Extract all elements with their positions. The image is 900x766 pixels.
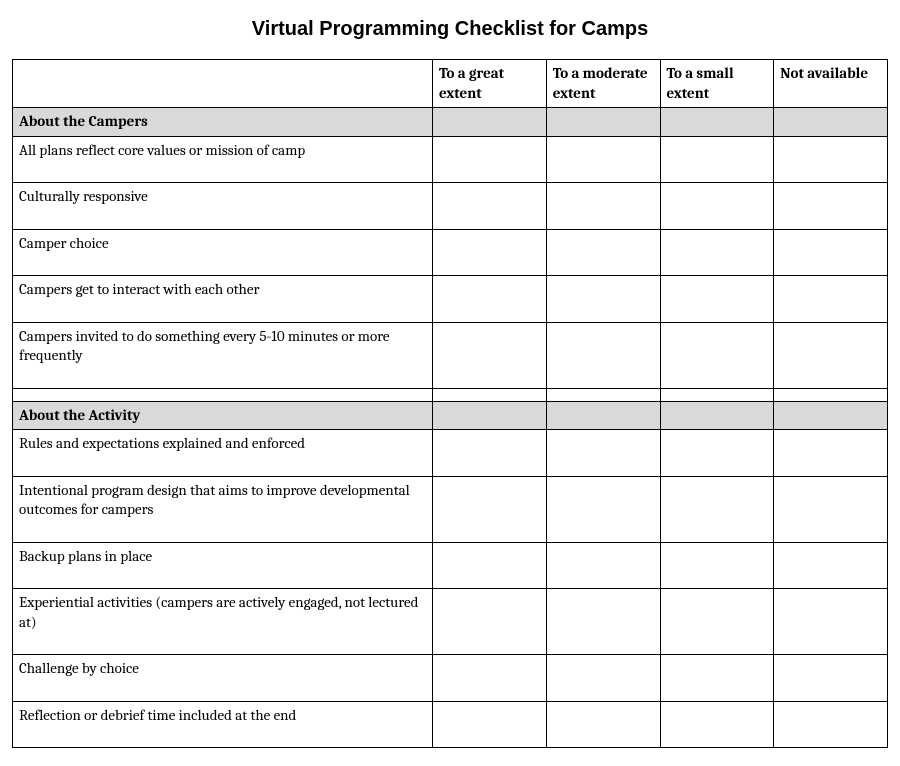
rating-cell[interactable] xyxy=(546,136,660,183)
rating-cell[interactable] xyxy=(660,542,774,589)
header-small-extent: To a small extent xyxy=(660,60,774,108)
rating-cell[interactable] xyxy=(546,701,660,748)
section-activity-header: About the Activity xyxy=(13,401,888,430)
rating-cell[interactable] xyxy=(774,542,888,589)
rating-cell[interactable] xyxy=(774,136,888,183)
item-label: All plans reflect core values or mission… xyxy=(13,136,433,183)
rating-cell[interactable] xyxy=(774,183,888,230)
rating-cell[interactable] xyxy=(433,229,547,276)
rating-cell[interactable] xyxy=(660,701,774,748)
item-label: Campers invited to do something every 5-… xyxy=(13,322,433,388)
rating-cell[interactable] xyxy=(546,589,660,655)
table-row: Culturally responsive xyxy=(13,183,888,230)
header-great-extent: To a great extent xyxy=(433,60,547,108)
rating-cell[interactable] xyxy=(774,701,888,748)
rating-cell[interactable] xyxy=(546,183,660,230)
section-campers-label: About the Campers xyxy=(13,108,433,137)
rating-cell[interactable] xyxy=(433,276,547,323)
page-title: Virtual Programming Checklist for Camps xyxy=(12,18,888,41)
item-label: Backup plans in place xyxy=(13,542,433,589)
item-label: Camper choice xyxy=(13,229,433,276)
item-label: Reflection or debrief time included at t… xyxy=(13,701,433,748)
header-row: To a great extent To a moderate extent T… xyxy=(13,60,888,108)
table-row: Experiential activities (campers are act… xyxy=(13,589,888,655)
rating-cell[interactable] xyxy=(774,476,888,542)
rating-cell[interactable] xyxy=(660,276,774,323)
rating-cell[interactable] xyxy=(433,183,547,230)
rating-cell[interactable] xyxy=(433,542,547,589)
rating-cell[interactable] xyxy=(774,276,888,323)
header-blank xyxy=(13,60,433,108)
spacer-row xyxy=(13,388,888,401)
header-moderate-extent: To a moderate extent xyxy=(546,60,660,108)
rating-cell[interactable] xyxy=(546,430,660,477)
item-label: Intentional program design that aims to … xyxy=(13,476,433,542)
rating-cell[interactable] xyxy=(660,322,774,388)
checklist-table: To a great extent To a moderate extent T… xyxy=(12,59,888,748)
rating-cell[interactable] xyxy=(546,476,660,542)
item-label: Campers get to interact with each other xyxy=(13,276,433,323)
table-row: Campers invited to do something every 5-… xyxy=(13,322,888,388)
rating-cell[interactable] xyxy=(774,589,888,655)
rating-cell[interactable] xyxy=(433,430,547,477)
rating-cell[interactable] xyxy=(660,655,774,702)
rating-cell[interactable] xyxy=(546,276,660,323)
rating-cell[interactable] xyxy=(546,655,660,702)
rating-cell[interactable] xyxy=(546,229,660,276)
rating-cell[interactable] xyxy=(433,589,547,655)
header-not-available: Not available xyxy=(774,60,888,108)
rating-cell[interactable] xyxy=(660,430,774,477)
rating-cell[interactable] xyxy=(774,322,888,388)
table-row: Challenge by choice xyxy=(13,655,888,702)
item-label: Culturally responsive xyxy=(13,183,433,230)
table-row: All plans reflect core values or mission… xyxy=(13,136,888,183)
rating-cell[interactable] xyxy=(660,476,774,542)
rating-cell[interactable] xyxy=(774,229,888,276)
rating-cell[interactable] xyxy=(433,476,547,542)
rating-cell[interactable] xyxy=(546,542,660,589)
rating-cell[interactable] xyxy=(660,183,774,230)
rating-cell[interactable] xyxy=(433,701,547,748)
table-row: Rules and expectations explained and enf… xyxy=(13,430,888,477)
rating-cell[interactable] xyxy=(546,322,660,388)
item-label: Challenge by choice xyxy=(13,655,433,702)
table-row: Campers get to interact with each other xyxy=(13,276,888,323)
rating-cell[interactable] xyxy=(660,136,774,183)
section-campers-header: About the Campers xyxy=(13,108,888,137)
rating-cell[interactable] xyxy=(660,589,774,655)
item-label: Experiential activities (campers are act… xyxy=(13,589,433,655)
rating-cell[interactable] xyxy=(433,136,547,183)
item-label: Rules and expectations explained and enf… xyxy=(13,430,433,477)
section-activity-label: About the Activity xyxy=(13,401,433,430)
rating-cell[interactable] xyxy=(660,229,774,276)
rating-cell[interactable] xyxy=(433,322,547,388)
rating-cell[interactable] xyxy=(433,655,547,702)
table-row: Reflection or debrief time included at t… xyxy=(13,701,888,748)
rating-cell[interactable] xyxy=(774,430,888,477)
rating-cell[interactable] xyxy=(774,655,888,702)
table-row: Intentional program design that aims to … xyxy=(13,476,888,542)
table-row: Backup plans in place xyxy=(13,542,888,589)
table-row: Camper choice xyxy=(13,229,888,276)
